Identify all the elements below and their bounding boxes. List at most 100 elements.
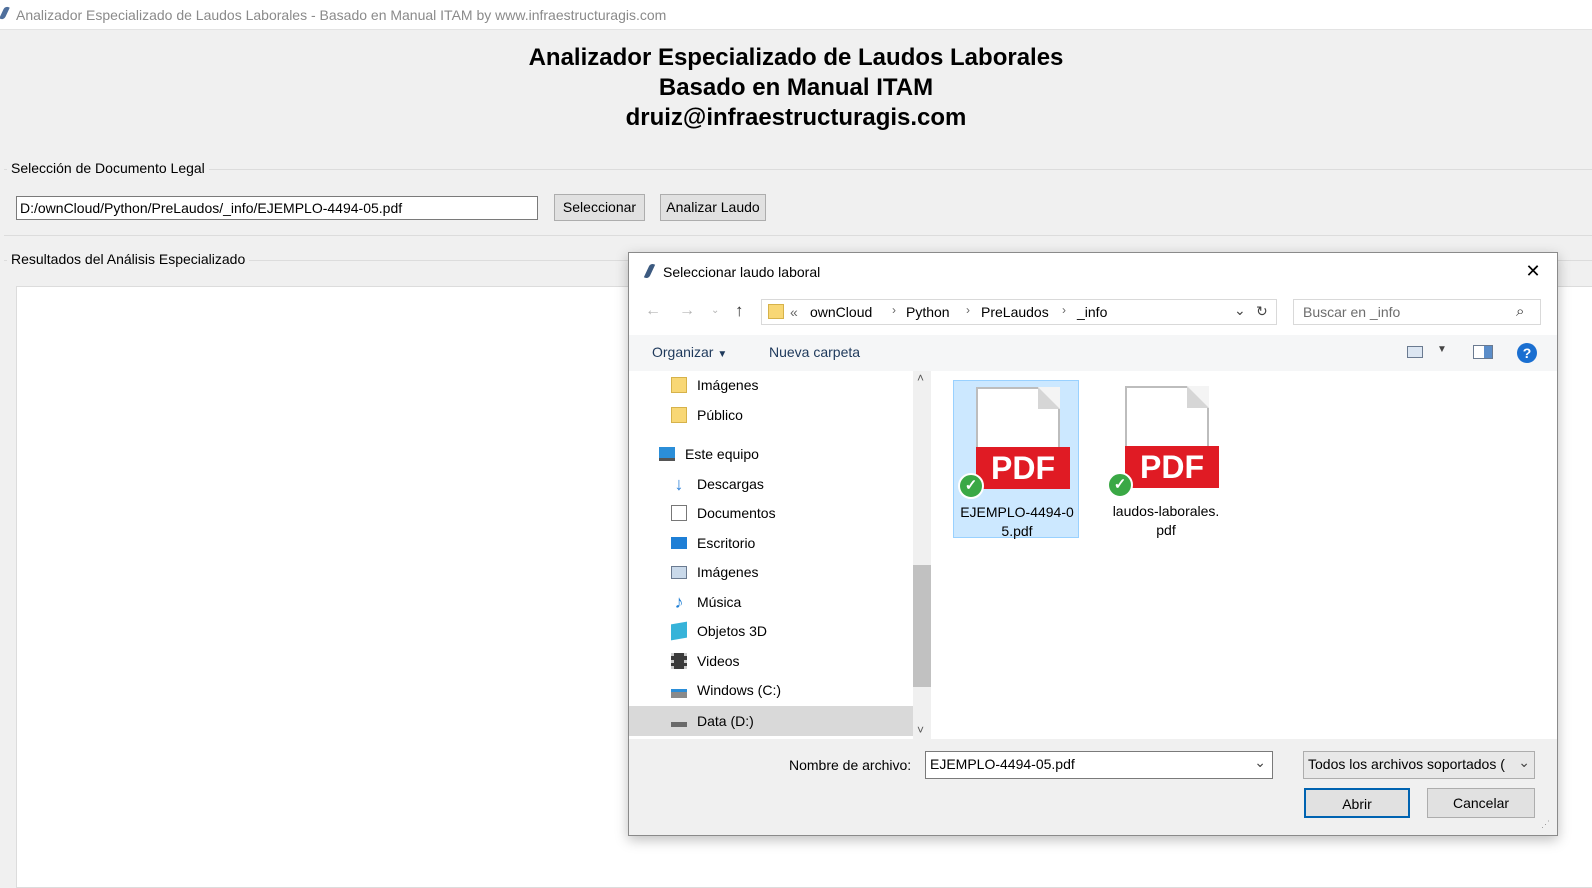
breadcrumb-prelaudos[interactable]: PreLaudos <box>981 304 1049 320</box>
file-list-area: PDF ✓ EJEMPLO-4494-0 5.pdf PDF ✓ laudos-… <box>931 371 1557 739</box>
results-group-label: Resultados del Análisis Especializado <box>7 251 250 267</box>
nav-item-imagenes[interactable]: Imágenes <box>671 558 758 586</box>
file-name: laudos-laborales. pdf <box>1103 502 1229 540</box>
app-feather-icon <box>0 5 10 21</box>
scrollbar-thumb[interactable] <box>913 565 931 687</box>
computer-icon <box>659 447 675 461</box>
nav-item-label: Data (D:) <box>697 713 754 729</box>
file-item[interactable]: PDF ✓ laudos-laborales. pdf <box>1103 380 1229 538</box>
drive-d-icon <box>671 721 687 727</box>
dialog-feather-icon <box>643 262 656 280</box>
filename-input[interactable]: EJEMPLO-4494-05.pdf ⌄ <box>925 751 1273 779</box>
objects-3d-icon <box>671 621 687 641</box>
folder-icon <box>768 304 784 319</box>
nav-item-windows-c[interactable]: Windows (C:) <box>671 676 781 704</box>
drive-c-icon <box>671 688 687 698</box>
breadcrumb-overflow[interactable]: « <box>790 304 798 320</box>
file-name-line2: 5.pdf <box>1001 523 1033 539</box>
nav-item-objetos-3d[interactable]: Objetos 3D <box>671 617 767 645</box>
sync-check-icon: ✓ <box>958 473 984 499</box>
nav-item-label: Objetos 3D <box>697 623 768 639</box>
nav-item-label: Música <box>697 594 742 610</box>
filename-dropdown-icon[interactable]: ⌄ <box>1254 754 1266 771</box>
selection-group-border <box>4 169 1592 170</box>
dialog-toolbar: Organizar ▼ Nueva carpeta ▼ ? <box>629 335 1557 372</box>
nav-item-publico[interactable]: Público <box>671 401 743 429</box>
nav-item-label: Público <box>697 407 743 423</box>
sync-check-icon: ✓ <box>1107 472 1133 498</box>
open-button[interactable]: Abrir <box>1304 788 1410 818</box>
documents-icon <box>671 505 687 521</box>
filename-label: Nombre de archivo: <box>789 757 912 773</box>
address-bar[interactable]: « ownCloud › Python › PreLaudos › _info … <box>761 299 1277 325</box>
file-name-line1: laudos-laborales. <box>1112 503 1220 519</box>
navigation-pane: Imágenes Público Este equipo ↓ Descargas… <box>629 371 913 739</box>
nav-item-label: Imágenes <box>697 377 759 393</box>
file-type-select[interactable]: Todos los archivos soportados ( ⌄ <box>1303 751 1535 779</box>
filename-value: EJEMPLO-4494-05.pdf <box>930 756 1075 772</box>
document-path-input[interactable]: D:/ownCloud/Python/PreLaudos/_info/EJEMP… <box>16 196 538 220</box>
folder-icon <box>671 377 687 393</box>
organize-menu[interactable]: Organizar ▼ <box>652 344 727 360</box>
selection-group-bottom <box>4 235 1592 236</box>
address-dropdown-icon[interactable]: ⌄ <box>1234 302 1246 319</box>
nav-item-este-equipo[interactable]: Este equipo <box>659 440 759 468</box>
file-item-selected[interactable]: PDF ✓ EJEMPLO-4494-0 5.pdf <box>953 380 1080 541</box>
nav-item-label: Descargas <box>697 476 764 492</box>
nav-item-documentos[interactable]: Documentos <box>671 499 776 527</box>
breadcrumb-python[interactable]: Python <box>906 304 950 320</box>
nav-item-label: Videos <box>697 653 740 669</box>
file-name-line2: pdf <box>1156 522 1176 538</box>
recent-chevron-icon[interactable]: ⌄ <box>711 299 719 323</box>
preview-pane-icon[interactable] <box>1473 345 1493 359</box>
resize-grip-icon[interactable]: ⋰ <box>1541 819 1550 830</box>
forward-arrow-icon[interactable]: → <box>679 299 695 323</box>
refresh-icon[interactable]: ↻ <box>1256 303 1268 320</box>
dialog-title: Seleccionar laudo laboral <box>663 264 821 280</box>
chevron-down-icon: ▼ <box>717 349 728 360</box>
desktop-icon <box>671 537 687 549</box>
breadcrumb-separator-icon: › <box>966 303 970 317</box>
new-folder-button[interactable]: Nueva carpeta <box>769 344 860 360</box>
nav-item-descargas[interactable]: ↓ Descargas <box>671 470 764 498</box>
app-heading-line2: Basado en Manual ITAM <box>658 74 934 101</box>
window-title: Analizador Especializado de Laudos Labor… <box>16 7 667 23</box>
pictures-icon <box>671 565 687 579</box>
nav-item-label: Este equipo <box>685 446 759 462</box>
view-options-icon[interactable] <box>1407 346 1423 358</box>
folder-icon <box>671 407 687 423</box>
close-icon[interactable]: ✕ <box>1521 259 1545 283</box>
nav-item-label: Escritorio <box>697 535 756 551</box>
downloads-icon: ↓ <box>674 474 684 494</box>
file-open-dialog: Seleccionar laudo laboral ✕ ← → ⌄ ↑ « ow… <box>628 252 1558 836</box>
nav-scrollbar[interactable]: ˄ ˅ <box>913 371 931 739</box>
file-type-value: Todos los archivos soportados ( <box>1308 756 1505 772</box>
app-heading-email: druiz@infraestructuragis.com <box>625 104 967 131</box>
up-arrow-icon[interactable]: ↑ <box>735 299 744 323</box>
breadcrumb-owncloud[interactable]: ownCloud <box>810 304 872 320</box>
window-title-bar: Analizador Especializado de Laudos Labor… <box>0 0 1592 30</box>
app-heading-line1: Analizador Especializado de Laudos Labor… <box>528 44 1064 71</box>
analyze-button[interactable]: Analizar Laudo <box>660 194 766 221</box>
nav-item-musica[interactable]: ♪ Música <box>671 588 742 616</box>
pdf-file-icon: PDF <box>1125 446 1219 488</box>
nav-item-videos[interactable]: Videos <box>671 647 740 675</box>
videos-icon <box>671 653 687 669</box>
search-placeholder: Buscar en _info <box>1303 304 1401 320</box>
scroll-up-icon[interactable]: ˄ <box>917 371 924 385</box>
nav-item-escritorio[interactable]: Escritorio <box>671 529 755 557</box>
back-arrow-icon[interactable]: ← <box>645 299 661 323</box>
select-button[interactable]: Seleccionar <box>554 194 645 221</box>
view-chevron-icon[interactable]: ▼ <box>1437 344 1447 355</box>
nav-item-imagenes-folder[interactable]: Imágenes <box>671 371 758 399</box>
search-icon[interactable]: ⌕ <box>1516 303 1524 320</box>
search-input[interactable]: Buscar en _info ⌕ <box>1293 299 1541 325</box>
cancel-button[interactable]: Cancelar <box>1427 788 1535 818</box>
help-icon[interactable]: ? <box>1517 343 1537 363</box>
file-name: EJEMPLO-4494-0 5.pdf <box>954 503 1080 541</box>
pdf-file-icon: PDF <box>976 447 1070 489</box>
nav-item-data-d[interactable]: Data (D:) <box>671 707 754 735</box>
file-name-line1: EJEMPLO-4494-0 <box>960 504 1074 520</box>
breadcrumb-info[interactable]: _info <box>1077 304 1107 320</box>
scroll-down-icon[interactable]: ˅ <box>917 723 924 737</box>
